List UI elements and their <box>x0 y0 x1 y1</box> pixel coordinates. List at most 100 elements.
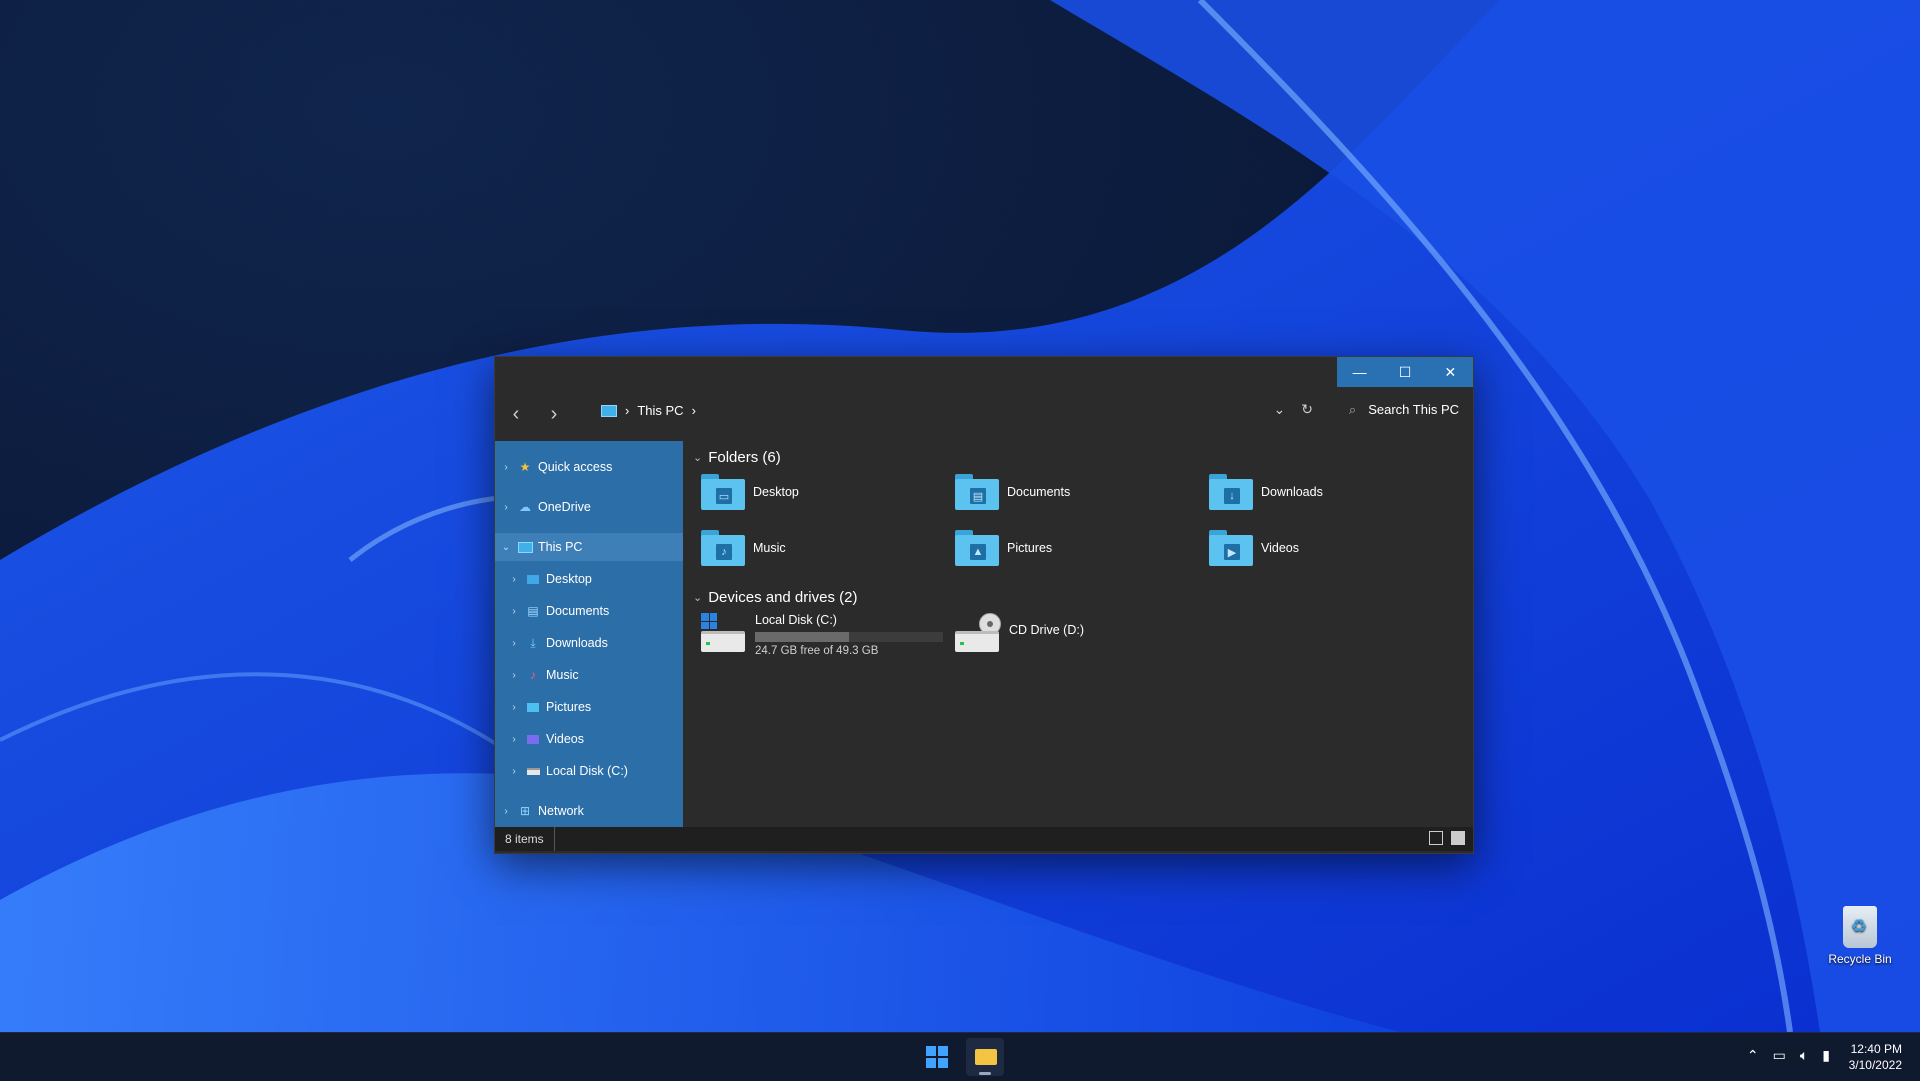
sidebar-item-music[interactable]: › ♪ Music <box>495 661 683 689</box>
status-bar: 8 items <box>495 827 1473 851</box>
sidebar-item-downloads[interactable]: › ⤓ Downloads <box>495 629 683 657</box>
sidebar-item-label: Desktop <box>546 572 592 586</box>
drive-usage-bar <box>755 632 943 642</box>
drives-group-title: Devices and drives (2) <box>708 589 858 606</box>
pictures-folder-icon: ▲ <box>955 530 999 566</box>
start-button[interactable] <box>926 1046 948 1068</box>
sidebar-item-quick-access[interactable]: › ★ Quick access <box>495 453 683 481</box>
item-count: 8 items <box>495 827 555 851</box>
network-icon: ⊞ <box>519 804 531 818</box>
drives-group-header[interactable]: ⌄ Devices and drives (2) <box>693 589 857 606</box>
chevron-right-icon[interactable]: › <box>499 502 513 513</box>
close-button[interactable]: ✕ <box>1428 357 1473 387</box>
sidebar-item-label: Music <box>546 668 579 682</box>
drive-label: CD Drive (D:) <box>1009 623 1084 637</box>
drive-label: Local Disk (C:) <box>755 613 837 627</box>
folder-label: Pictures <box>1007 541 1053 555</box>
folder-tile-videos[interactable]: ▶ Videos <box>1209 525 1449 571</box>
chevron-right-icon[interactable]: › <box>507 574 521 585</box>
folder-tile-pictures[interactable]: ▲ Pictures <box>955 525 1195 571</box>
recycle-bin-icon <box>1843 906 1877 948</box>
sidebar-item-label: Documents <box>546 604 610 618</box>
chevron-right-icon[interactable]: › <box>507 702 521 713</box>
system-tray: ⌃ ▭ 🔈︎ ▮ <box>1747 1047 1830 1064</box>
chevron-down-icon[interactable]: ⌄ <box>693 451 702 464</box>
search-input[interactable]: ⌕ Search This PC <box>1349 402 1459 418</box>
sidebar-item-local-disk[interactable]: › Local Disk (C:) <box>495 757 683 785</box>
folders-group-header[interactable]: ⌄ Folders (6) <box>693 449 781 466</box>
drive-icon <box>525 764 541 778</box>
taskbar-file-explorer-button[interactable] <box>966 1038 1004 1076</box>
music-icon: ♪ <box>530 668 536 682</box>
maximize-button[interactable]: ☐ <box>1382 357 1427 387</box>
title-bar[interactable]: — ☐ ✕ <box>495 357 1473 387</box>
documents-folder-icon: ▤ <box>955 474 999 510</box>
chevron-up-icon[interactable]: ⌃ <box>1747 1047 1759 1064</box>
taskbar: ⌃ ▭ 🔈︎ ▮ 12:40 PM 3/10/2022 <box>0 1032 1920 1081</box>
desktop-icon <box>525 572 541 586</box>
breadcrumb-separator-icon: › <box>691 403 696 418</box>
downloads-folder-icon: ↓ <box>1209 474 1253 510</box>
minimize-button[interactable]: — <box>1337 357 1382 387</box>
search-icon: ⌕ <box>1348 401 1357 417</box>
sidebar-item-network[interactable]: › ⊞ Network <box>495 797 683 825</box>
chevron-right-icon[interactable]: › <box>507 734 521 745</box>
chevron-right-icon[interactable]: › <box>507 638 521 649</box>
breadcrumb[interactable]: › This PC › <box>601 403 696 418</box>
network-icon[interactable]: ▭ <box>1773 1047 1786 1064</box>
folder-tile-music[interactable]: ♪ Music <box>701 525 941 571</box>
sidebar-item-label: Downloads <box>546 636 608 650</box>
view-switcher <box>1429 831 1465 845</box>
local-disk-icon <box>701 613 747 653</box>
details-view-icon[interactable] <box>1429 831 1443 845</box>
volume-icon[interactable]: 🔈︎ <box>1800 1047 1808 1064</box>
forward-button[interactable]: › <box>537 397 571 431</box>
document-icon: ▤ <box>527 604 539 618</box>
search-placeholder: Search This PC <box>1368 402 1459 417</box>
chevron-down-icon[interactable]: ⌄ <box>693 591 702 604</box>
folder-label: Documents <box>1007 485 1071 499</box>
sidebar-item-this-pc[interactable]: ⌄ This PC <box>495 533 683 561</box>
computer-icon <box>601 404 617 417</box>
folder-tile-downloads[interactable]: ↓ Downloads <box>1209 469 1449 515</box>
chevron-right-icon[interactable]: › <box>507 766 521 777</box>
chevron-right-icon[interactable]: › <box>499 462 513 473</box>
sidebar-item-onedrive[interactable]: › ☁ OneDrive <box>495 493 683 521</box>
folder-tile-desktop[interactable]: ▭ Desktop <box>701 469 941 515</box>
chevron-right-icon[interactable]: › <box>507 670 521 681</box>
battery-icon[interactable]: ▮ <box>1822 1047 1830 1064</box>
caption-buttons: — ☐ ✕ <box>1337 357 1473 387</box>
cloud-icon: ☁ <box>519 500 531 514</box>
chevron-right-icon: › <box>550 402 558 425</box>
recycle-bin-desktop-icon[interactable]: Recycle Bin <box>1820 906 1900 966</box>
chevron-left-icon: ‹ <box>512 402 520 425</box>
chevron-down-icon[interactable]: ⌄ <box>499 542 513 553</box>
folder-tile-documents[interactable]: ▤ Documents <box>955 469 1195 515</box>
content-pane: ⌄ Folders (6) ▭ Desktop ▤ Documents ↓ Do… <box>683 441 1473 827</box>
sidebar-item-desktop[interactable]: › Desktop <box>495 565 683 593</box>
folder-icon <box>975 1049 997 1065</box>
star-icon: ★ <box>519 460 531 474</box>
sidebar-item-videos[interactable]: › Videos <box>495 725 683 753</box>
back-button[interactable]: ‹ <box>499 397 533 431</box>
chevron-right-icon[interactable]: › <box>499 806 513 817</box>
download-icon: ⤓ <box>530 635 536 650</box>
drive-tile-cd-drive[interactable]: CD Drive (D:) <box>955 613 1084 653</box>
cd-drive-icon <box>955 613 1001 653</box>
windows-logo-icon <box>701 613 717 629</box>
sidebar-item-documents[interactable]: › ▤ Documents <box>495 597 683 625</box>
history-dropdown-icon[interactable]: ⌄ <box>1273 401 1285 418</box>
sidebar-item-label: Pictures <box>546 700 592 714</box>
sidebar-item-pictures[interactable]: › Pictures <box>495 693 683 721</box>
refresh-icon[interactable]: ↻ <box>1301 401 1313 418</box>
clock[interactable]: 12:40 PM 3/10/2022 <box>1849 1041 1902 1073</box>
drive-tile-local-disk[interactable]: Local Disk (C:) 24.7 GB free of 49.3 GB <box>701 613 943 657</box>
drive-free-space: 24.7 GB free of 49.3 GB <box>755 645 879 657</box>
large-icons-view-icon[interactable] <box>1451 831 1465 845</box>
breadcrumb-item-this-pc[interactable]: This PC <box>637 403 683 418</box>
desktop-folder-icon: ▭ <box>701 474 745 510</box>
video-icon <box>525 732 541 746</box>
music-folder-icon: ♪ <box>701 530 745 566</box>
chevron-right-icon[interactable]: › <box>507 606 521 617</box>
sidebar-item-label: Videos <box>546 732 584 746</box>
